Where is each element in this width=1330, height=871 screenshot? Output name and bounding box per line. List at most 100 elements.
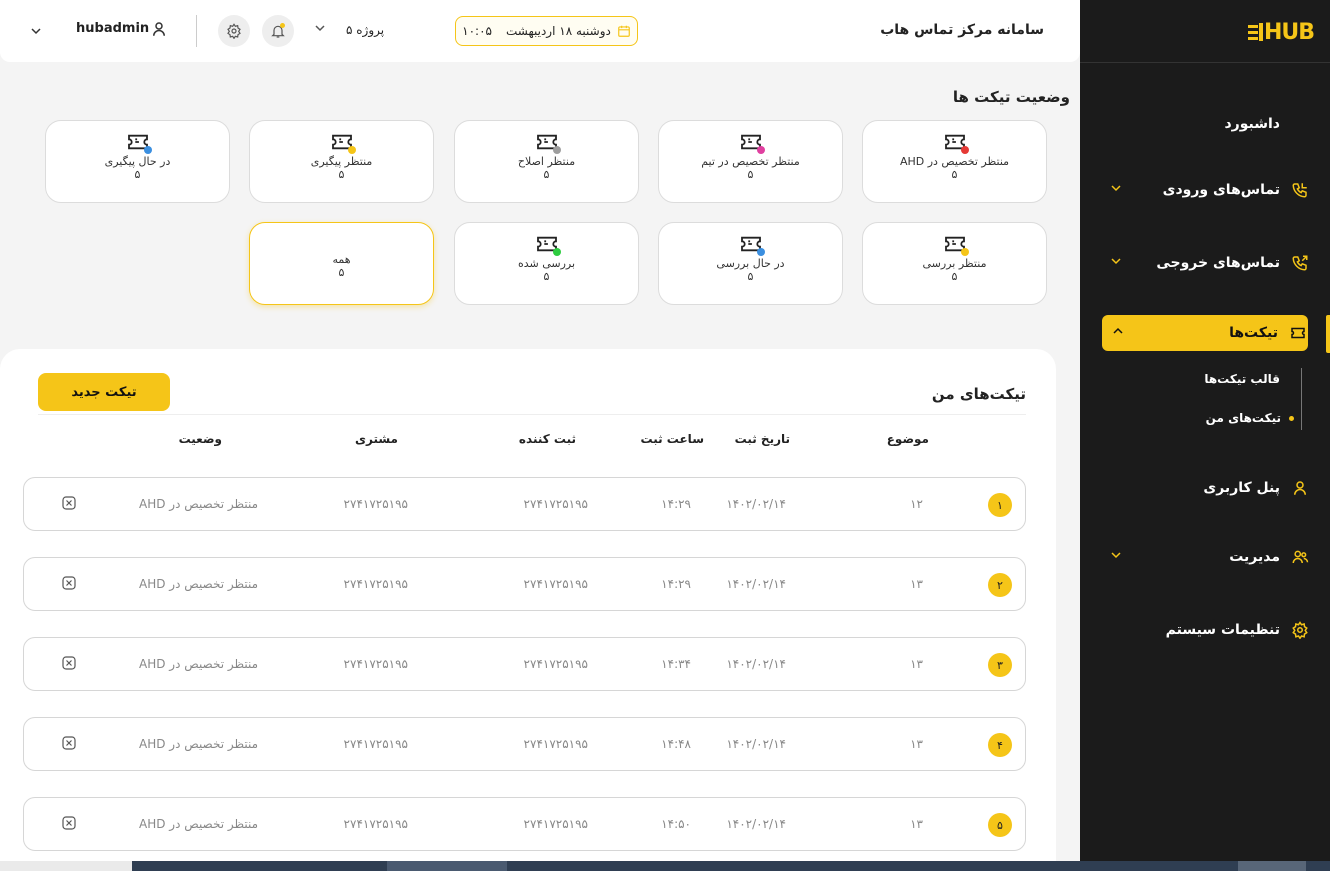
- cell-date: ۱۴۰۲/۰۲/۱۴: [726, 657, 786, 671]
- sidebar-item-system-settings[interactable]: تنظیمات سیستم: [1100, 612, 1310, 648]
- sidebar-item-label: تیکت‌ها: [1229, 325, 1278, 341]
- status-card-label: منتظر بررسی: [922, 257, 987, 270]
- taskbar: [132, 861, 1330, 871]
- status-card-count: ۵: [338, 168, 345, 181]
- ticket-icon: [740, 133, 765, 154]
- status-card[interactable]: منتظر تخصیص در AHD ۵: [862, 120, 1047, 203]
- new-ticket-button[interactable]: تیکت جدید: [38, 373, 170, 411]
- time-text: ۱۰:۰۵: [462, 24, 492, 38]
- gear-icon: [227, 23, 241, 39]
- status-card-count: ۵: [543, 270, 550, 283]
- sidebar-subitem-my-tickets[interactable]: تیکت‌های من: [1206, 411, 1294, 425]
- sidebar-subitem-ticket-templates[interactable]: قالب تیکت‌ها: [1204, 372, 1280, 386]
- table-row[interactable]: ۵ ۱۳ ۱۴۰۲/۰۲/۱۴ ۱۴:۵۰ ۲۷۴۱۷۲۵۱۹۵ ۲۷۴۱۷۲۵۱۹۵ من…: [23, 797, 1026, 851]
- cell-time: ۱۴:۳۴: [661, 657, 691, 671]
- date-text: دوشنبه ۱۸ اردیبهشت: [505, 24, 611, 38]
- status-card-label: در حال بررسی: [716, 257, 785, 270]
- close-icon[interactable]: [62, 816, 76, 830]
- ticket-icon: [536, 235, 561, 256]
- row-number-badge: ۴: [988, 733, 1012, 757]
- close-icon[interactable]: [62, 576, 76, 590]
- horizontal-scrollbar[interactable]: [0, 861, 132, 871]
- cell-creator: ۲۷۴۱۷۲۵۱۹۵: [523, 497, 588, 511]
- cell-time: ۱۴:۴۸: [661, 737, 691, 751]
- submenu-line: [1301, 368, 1302, 430]
- header-date: تاریخ ثبت: [734, 432, 790, 446]
- username[interactable]: hubadmin: [76, 21, 149, 36]
- project-chevron-down-icon[interactable]: [314, 22, 326, 34]
- sidebar-item-dashboard[interactable]: داشبورد: [1100, 106, 1310, 142]
- sidebar-item-incoming-calls[interactable]: تماس‌های ورودی: [1100, 172, 1310, 208]
- cell-time: ۱۴:۲۹: [661, 577, 691, 591]
- status-card-label: منتظر اصلاح: [517, 155, 576, 168]
- status-dot: [143, 146, 152, 154]
- table-row[interactable]: ۴ ۱۳ ۱۴۰۲/۰۲/۱۴ ۱۴:۴۸ ۲۷۴۱۷۲۵۱۹۵ ۲۷۴۱۷۲۵۱۹۵ من…: [23, 717, 1026, 771]
- status-card[interactable]: در حال پیگیری ۵: [45, 120, 230, 203]
- panel-divider: [38, 414, 1026, 415]
- sidebar-item-label: داشبورد: [1224, 116, 1281, 132]
- chevron-down-icon: [1111, 552, 1121, 559]
- status-card[interactable]: منتظر تخصیص در تیم ۵: [658, 120, 843, 203]
- status-card-count: ۵: [747, 270, 754, 283]
- cell-creator: ۲۷۴۱۷۲۵۱۹۵: [523, 577, 588, 591]
- cell-customer: ۲۷۴۱۷۲۵۱۹۵: [343, 497, 408, 511]
- status-card[interactable]: منتظر بررسی ۵: [862, 222, 1047, 305]
- row-number-badge: ۵: [988, 813, 1012, 837]
- notification-button[interactable]: [262, 15, 294, 47]
- hub-logo[interactable]: HUB: [1247, 18, 1315, 46]
- status-dot: [347, 146, 356, 154]
- my-tickets-panel: تیکت‌های من تیکت جدید موضوع تاریخ ثبت سا…: [0, 349, 1056, 871]
- cell-subject: ۱۳: [910, 657, 923, 671]
- sidebar-item-outgoing-calls[interactable]: تماس‌های خروجی: [1100, 245, 1310, 281]
- sidebar-item-label: تنظیمات سیستم: [1165, 622, 1280, 638]
- user-menu-chevron-down-icon[interactable]: [30, 25, 42, 37]
- cell-status: منتظر تخصیص در AHD: [138, 657, 258, 671]
- incoming-call-icon: [1290, 180, 1310, 200]
- status-card[interactable]: منتظر پیگیری ۵: [249, 120, 434, 203]
- header-time: ساعت ثبت: [640, 432, 705, 446]
- status-card[interactable]: در حال بررسی ۵: [658, 222, 843, 305]
- close-icon[interactable]: [62, 656, 76, 670]
- status-card-all[interactable]: همه ۵: [249, 222, 434, 305]
- table-row[interactable]: ۱ ۱۲ ۱۴۰۲/۰۲/۱۴ ۱۴:۲۹ ۲۷۴۱۷۲۵۱۹۵ ۲۷۴۱۷۲۵۱۹۵ من…: [23, 477, 1026, 531]
- users-icon: [1290, 547, 1310, 567]
- status-card-label: منتظر تخصیص در AHD: [899, 155, 1010, 168]
- close-icon[interactable]: [62, 496, 76, 510]
- chevron-down-icon: [1111, 185, 1121, 192]
- ticket-icon: [127, 133, 152, 154]
- status-card-count: ۵: [134, 168, 141, 181]
- sidebar-item-label: پنل کاربری: [1203, 480, 1280, 496]
- row-number-badge: ۲: [988, 573, 1012, 597]
- status-dot: [756, 146, 765, 154]
- sidebar-item-user-panel[interactable]: پنل کاربری: [1100, 470, 1310, 506]
- cell-customer: ۲۷۴۱۷۲۵۱۹۵: [343, 657, 408, 671]
- status-card-count: ۵: [951, 168, 958, 181]
- gear-icon: [1290, 620, 1310, 640]
- top-header: سامانه مرکز تماس هاب دوشنبه ۱۸ اردیبهشت …: [0, 0, 1080, 62]
- status-card-label: منتظر پیگیری: [310, 155, 373, 168]
- sidebar-item-label: تماس‌های ورودی: [1162, 182, 1280, 198]
- status-dot: [552, 146, 561, 154]
- ticket-icon: [536, 133, 561, 154]
- sidebar-item-tickets[interactable]: تیکت‌ها: [1102, 315, 1308, 351]
- sidebar-item-management[interactable]: مدیریت: [1100, 539, 1310, 575]
- cell-status: منتظر تخصیص در AHD: [138, 577, 258, 591]
- settings-button[interactable]: [218, 15, 250, 47]
- status-card[interactable]: بررسی شده ۵: [454, 222, 639, 305]
- table-row[interactable]: ۲ ۱۳ ۱۴۰۲/۰۲/۱۴ ۱۴:۲۹ ۲۷۴۱۷۲۵۱۹۵ ۲۷۴۱۷۲۵۱۹۵ من…: [23, 557, 1026, 611]
- table-row[interactable]: ۳ ۱۳ ۱۴۰۲/۰۲/۱۴ ۱۴:۳۴ ۲۷۴۱۷۲۵۱۹۵ ۲۷۴۱۷۲۵۱۹۵ من…: [23, 637, 1026, 691]
- status-card[interactable]: منتظر اصلاح ۵: [454, 120, 639, 203]
- ticket-icon: [944, 235, 969, 256]
- ticket-icon: [944, 133, 969, 154]
- sidebar-divider: [1080, 62, 1330, 63]
- status-card-count: ۵: [951, 270, 958, 283]
- user-icon: [1290, 478, 1310, 498]
- dashboard-icon: [1290, 114, 1310, 134]
- close-icon[interactable]: [62, 736, 76, 750]
- header-creator: ثبت کننده: [518, 432, 576, 446]
- cell-subject: ۱۳: [910, 737, 923, 751]
- active-indicator: [1326, 315, 1330, 353]
- cell-date: ۱۴۰۲/۰۲/۱۴: [726, 577, 786, 591]
- cell-creator: ۲۷۴۱۷۲۵۱۹۵: [523, 657, 588, 671]
- project-selector[interactable]: پروژه ۵: [346, 23, 384, 37]
